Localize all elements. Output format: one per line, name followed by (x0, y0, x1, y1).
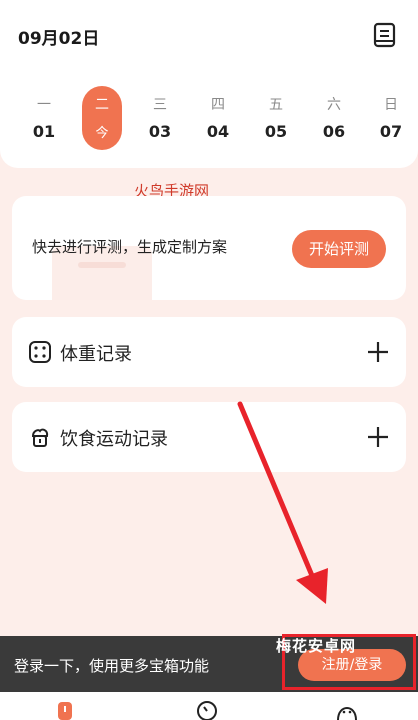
day-number: 06 (322, 122, 346, 141)
day-name: 一 (37, 97, 51, 113)
day-number: 07 (379, 122, 403, 141)
day-name: 日 (384, 97, 398, 113)
page-date: 09月02日 (18, 29, 100, 49)
watermark-bottom: 梅花安卓网 (276, 637, 357, 655)
day-sat[interactable]: 六 06 (313, 86, 355, 150)
day-name: 二 (95, 97, 109, 113)
tab-home-icon[interactable] (54, 698, 76, 720)
evaluation-prompt: 快去进行评测，生成定制方案 (32, 238, 228, 256)
day-number: 03 (148, 122, 172, 141)
day-number: 05 (264, 122, 288, 141)
weight-record-label: 体重记录 (60, 344, 132, 365)
weight-record-card[interactable]: 体重记录 (12, 317, 406, 387)
day-number: 01 (32, 122, 56, 141)
add-diet-plus-icon[interactable] (366, 425, 390, 449)
week-selector: 一 01 二 今 三 03 四 04 五 05 六 06 日 07 (0, 86, 418, 150)
day-wed[interactable]: 三 03 (139, 86, 181, 150)
diet-exercise-record-card[interactable]: 饮食运动记录 (12, 402, 406, 472)
scale-icon (29, 341, 51, 363)
login-prompt-text: 登录一下，使用更多宝箱功能 (14, 657, 210, 675)
tab-profile-icon[interactable] (336, 698, 358, 720)
day-sun[interactable]: 日 07 (370, 86, 412, 150)
day-thu[interactable]: 四 04 (197, 86, 239, 150)
tab-clock-icon[interactable] (196, 698, 218, 720)
evaluation-card: 快去进行评测，生成定制方案 开始评测 (12, 196, 406, 300)
calendar-book-icon[interactable] (372, 22, 398, 48)
day-name: 三 (153, 97, 167, 113)
day-number: 今 (95, 126, 109, 141)
day-name: 五 (269, 97, 283, 113)
day-fri[interactable]: 五 05 (255, 86, 297, 150)
add-weight-plus-icon[interactable] (366, 340, 390, 364)
diet-exercise-record-label: 饮食运动记录 (60, 429, 168, 450)
food-icon (31, 428, 49, 447)
start-evaluation-button[interactable]: 开始评测 (292, 230, 386, 268)
day-name: 六 (327, 97, 341, 113)
day-name: 四 (211, 97, 225, 113)
day-number: 04 (206, 122, 230, 141)
day-tue-today[interactable]: 二 今 (82, 86, 122, 150)
day-mon[interactable]: 一 01 (23, 86, 65, 150)
bottom-tab-bar (0, 692, 418, 720)
